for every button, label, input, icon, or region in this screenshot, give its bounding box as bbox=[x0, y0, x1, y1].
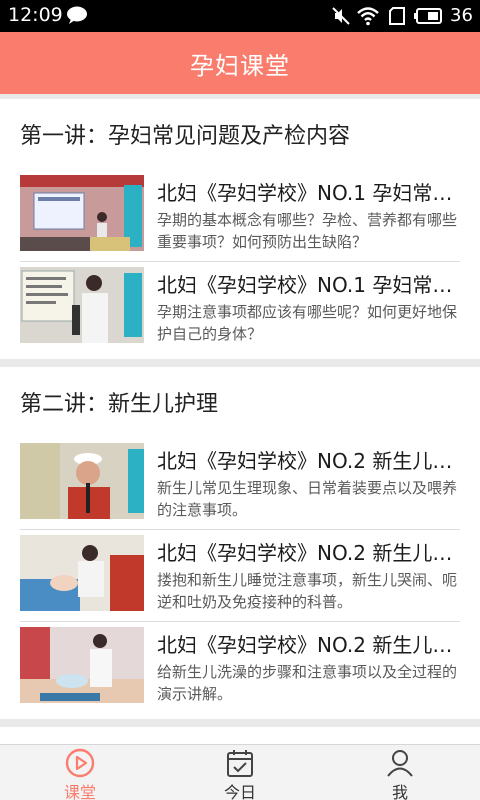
course-title: 北妇《孕妇学校》NO.1 孕妇常见问题及产检内容 bbox=[157, 181, 457, 205]
bottom-tab-bar: 课堂 今日 我 bbox=[0, 744, 480, 800]
calendar-check-icon bbox=[227, 750, 253, 777]
course-thumbnail bbox=[20, 535, 144, 611]
app-header: 孕妇课堂 bbox=[0, 32, 480, 94]
wifi-icon bbox=[357, 7, 379, 26]
page-title: 孕妇课堂 bbox=[190, 51, 290, 80]
user-icon bbox=[387, 750, 413, 777]
course-description: 新生儿常见生理现象、日常着装要点以及喂养的注意事项。 bbox=[157, 479, 458, 519]
message-icon bbox=[67, 6, 87, 24]
course-thumbnail bbox=[20, 627, 144, 703]
course-item[interactable]: 北妇《孕妇学校》NO.2 新生儿护理 给新生儿洗澡的步骤和注意事项以及全过程的演… bbox=[0, 621, 480, 713]
course-title: 北妇《孕妇学校》NO.1 孕妇常见问题及产检内容 bbox=[157, 273, 457, 297]
course-title: 北妇《孕妇学校》NO.2 新生儿护理 bbox=[157, 541, 457, 565]
section-lecture-2: 第二讲：新生儿护理 北妇《孕妇学校》NO.2 新生儿护理 新生儿常见生理现象、日… bbox=[0, 367, 480, 719]
course-item[interactable]: 北妇《孕妇学校》NO.2 新生儿护理 新生儿常见生理现象、日常着装要点以及喂养的… bbox=[0, 437, 480, 529]
play-circle-icon bbox=[65, 748, 95, 778]
course-item[interactable]: 北妇《孕妇学校》NO.2 新生儿护理 搂抱和新生儿睡觉注意事项，新生儿哭闹、呃逆… bbox=[0, 529, 480, 621]
battery-icon bbox=[414, 8, 442, 24]
course-description: 给新生儿洗澡的步骤和注意事项以及全过程的演示讲解。 bbox=[157, 663, 458, 703]
sim-icon bbox=[389, 7, 405, 25]
status-bar: 12:09 36 bbox=[0, 0, 480, 32]
mute-icon bbox=[332, 7, 350, 25]
course-description: 孕期注意事项都应该有哪些呢？如何更好地保护自己的身体？ bbox=[157, 303, 458, 343]
course-thumbnail bbox=[20, 175, 144, 251]
course-description: 孕期的基本概念有哪些？孕检、营养都有哪些重要事项？如何预防出生缺陷？ bbox=[157, 211, 458, 251]
tab-label: 今日 bbox=[223, 783, 256, 800]
tab-me[interactable]: 我 bbox=[320, 745, 480, 800]
course-item[interactable]: 北妇《孕妇学校》NO.1 孕妇常见问题及产检内容 孕期注意事项都应该有哪些呢？如… bbox=[0, 261, 480, 353]
section-lecture-1: 第一讲：孕妇常见问题及产检内容 北妇《孕妇学校》NO.1 孕妇常见问题及产检内容… bbox=[0, 99, 480, 359]
course-thumbnail bbox=[20, 267, 144, 343]
section-title: 第二讲：新生儿护理 bbox=[20, 392, 219, 417]
tab-today[interactable]: 今日 bbox=[160, 745, 320, 800]
course-list[interactable]: 第一讲：孕妇常见问题及产检内容 北妇《孕妇学校》NO.1 孕妇常见问题及产检内容… bbox=[0, 94, 480, 744]
course-item[interactable]: 北妇《孕妇学校》NO.1 孕妇常见问题及产检内容 孕期的基本概念有哪些？孕检、营… bbox=[0, 169, 480, 261]
status-time: 12:09 bbox=[8, 4, 63, 26]
section-next-partial bbox=[0, 727, 480, 744]
course-thumbnail bbox=[20, 443, 144, 519]
course-description: 搂抱和新生儿睡觉注意事项，新生儿哭闹、呃逆和吐奶及免疫接种的科普。 bbox=[157, 571, 458, 611]
course-title: 北妇《孕妇学校》NO.2 新生儿护理 bbox=[157, 633, 457, 657]
battery-level: 36 bbox=[450, 5, 473, 26]
tab-label: 我 bbox=[391, 783, 408, 800]
course-title: 北妇《孕妇学校》NO.2 新生儿护理 bbox=[157, 449, 457, 473]
tab-label: 课堂 bbox=[63, 783, 96, 800]
tab-classroom[interactable]: 课堂 bbox=[0, 745, 160, 800]
section-title: 第一讲：孕妇常见问题及产检内容 bbox=[20, 124, 351, 149]
